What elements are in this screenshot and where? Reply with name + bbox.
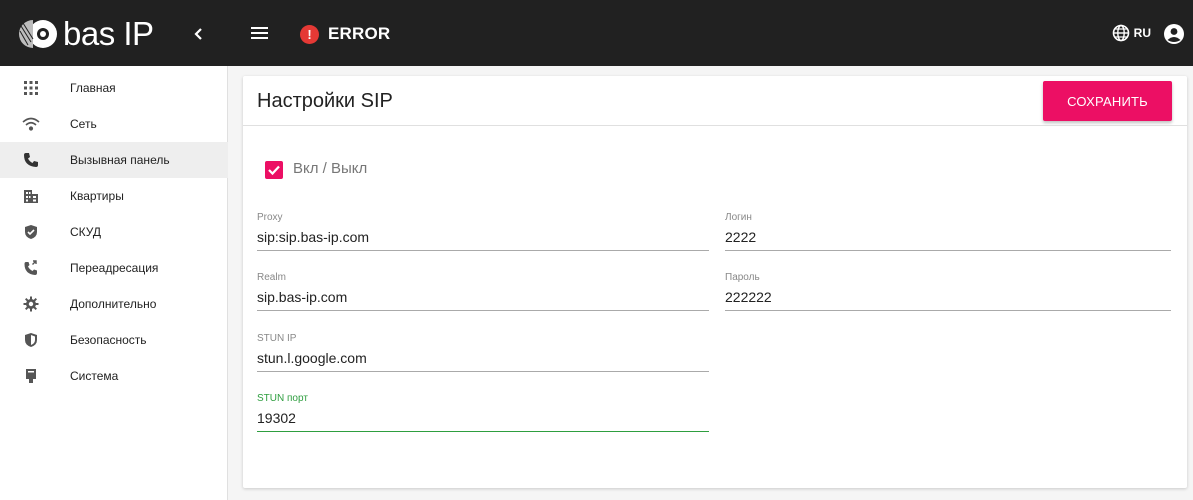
sidebar-item-label: Сеть	[70, 117, 97, 131]
stun-ip-field: STUN IP stun.l.google.com	[257, 333, 709, 377]
logo: bas IP	[14, 14, 154, 54]
sidebar-item-home[interactable]: Главная	[0, 70, 228, 106]
field-label: Логин	[725, 212, 752, 223]
field-underline	[725, 250, 1171, 251]
field-underline	[257, 371, 709, 372]
stun-port-input[interactable]	[257, 405, 709, 431]
field-value: 222222	[725, 289, 772, 305]
sidebar-item-additional[interactable]: Дополнительно	[0, 286, 228, 322]
save-button[interactable]: СОХРАНИТЬ	[1043, 81, 1172, 121]
account-icon	[1164, 24, 1184, 44]
field-underline	[725, 310, 1171, 311]
field-underline	[257, 250, 709, 251]
sidebar-item-access-control[interactable]: СКУД	[0, 214, 228, 250]
menu-button[interactable]	[250, 25, 270, 41]
error-status: ! ERROR	[300, 22, 390, 46]
security-shield-icon	[22, 331, 40, 349]
login-input[interactable]	[725, 224, 1171, 250]
hamburger-icon	[251, 27, 268, 39]
chevron-left-icon	[194, 28, 202, 40]
stun-port-field: STUN порт 19302	[257, 393, 709, 437]
field-value: sip:sip.bas-ip.com	[257, 229, 370, 245]
logo-text: bas IP	[63, 15, 154, 52]
sidebar-item-apartments[interactable]: Квартиры	[0, 178, 228, 214]
error-label: ERROR	[328, 24, 391, 43]
shield-check-icon	[22, 223, 40, 241]
logo-icon	[19, 20, 57, 48]
wifi-icon	[22, 115, 40, 133]
password-field: Пароль 222222	[725, 272, 1171, 316]
sidebar-item-label: Дополнительно	[70, 297, 157, 311]
field-label: Пароль	[725, 272, 760, 283]
field-label: Realm	[257, 272, 286, 283]
field-value: stun.l.google.com	[257, 350, 367, 366]
field-value: 19302	[257, 410, 296, 426]
top-app-bar: bas IP ! ERROR RU	[0, 0, 1193, 66]
account-button[interactable]	[1163, 23, 1185, 45]
password-input[interactable]	[725, 284, 1171, 310]
enable-checkbox[interactable]	[265, 161, 283, 179]
field-label: Proxy	[257, 212, 283, 223]
sidebar-item-security[interactable]: Безопасность	[0, 322, 228, 358]
sidebar-item-network[interactable]: Сеть	[0, 106, 228, 142]
sidebar-item-label: Квартиры	[70, 189, 124, 203]
apps-grid-icon	[22, 79, 40, 97]
gear-icon	[22, 295, 40, 313]
sidebar-item-label: СКУД	[70, 225, 102, 239]
proxy-field: Proxy sip:sip.bas-ip.com	[257, 212, 709, 256]
sidebar-item-label: Переадресация	[70, 261, 159, 275]
sidebar-item-forwarding[interactable]: Переадресация	[0, 250, 228, 286]
device-icon	[22, 367, 40, 385]
language-selector[interactable]: RU	[1112, 24, 1151, 42]
field-value: 2222	[725, 229, 757, 245]
page-title: Настройки SIP	[257, 90, 393, 112]
globe-icon	[1112, 24, 1129, 42]
checkmark-icon	[268, 165, 280, 176]
divider	[243, 125, 1187, 126]
collapse-sidebar-button[interactable]	[190, 24, 208, 44]
building-icon	[22, 187, 40, 205]
language-label: RU	[1133, 26, 1151, 40]
sidebar-item-label: Безопасность	[70, 333, 147, 347]
phone-forward-icon	[22, 259, 40, 277]
sidebar-item-call-panel[interactable]: Вызывная панель	[0, 142, 228, 178]
sidebar-item-system[interactable]: Система	[0, 358, 228, 394]
field-label: STUN IP	[257, 333, 297, 344]
login-field: Логин 2222	[725, 212, 1171, 256]
field-underline	[257, 310, 709, 311]
sidebar: Главная Сеть Вызывная панель Квартиры СК…	[0, 66, 228, 500]
enable-label: Вкл / Выкл	[293, 160, 368, 177]
field-underline	[257, 431, 709, 432]
field-label: STUN порт	[257, 393, 308, 404]
phone-icon	[22, 151, 40, 169]
error-icon: !	[300, 24, 319, 44]
sip-settings-card: Настройки SIP СОХРАНИТЬ Вкл / Выкл Proxy…	[243, 76, 1187, 488]
field-value: sip.bas-ip.com	[257, 289, 348, 305]
sidebar-item-label: Система	[70, 369, 119, 383]
realm-field: Realm sip.bas-ip.com	[257, 272, 709, 316]
sidebar-item-label: Главная	[70, 81, 116, 95]
sidebar-item-label: Вызывная панель	[70, 153, 170, 167]
